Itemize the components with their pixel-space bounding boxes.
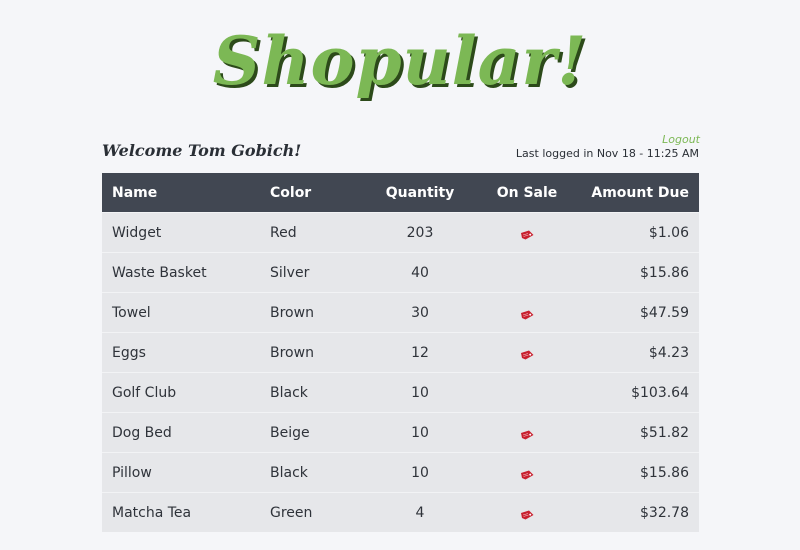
cell-name: Golf Club: [102, 372, 260, 413]
cell-color: Black: [260, 372, 366, 413]
cell-name: Towel: [102, 292, 260, 333]
orders-table: Name Color Quantity On Sale Amount Due W…: [102, 173, 699, 532]
sale-tag-icon: [520, 468, 534, 479]
cell-on-sale: [474, 492, 580, 532]
sale-tag-icon: [520, 428, 534, 439]
cell-name: Matcha Tea: [102, 492, 260, 532]
cell-on-sale: [474, 372, 580, 413]
welcome-message: Welcome Tom Gobich!: [102, 141, 302, 160]
sale-tag-icon: [520, 308, 534, 319]
cell-amount-due: $1.06: [580, 212, 699, 253]
page: Shopular! Welcome Tom Gobich! Logout Las…: [0, 0, 800, 550]
cell-color: Brown: [260, 332, 366, 373]
cell-on-sale: [474, 332, 580, 373]
cell-color: Red: [260, 212, 366, 253]
cell-quantity: 10: [366, 412, 474, 453]
last-login-text: Last logged in Nov 18 - 11:25 AM: [515, 147, 699, 160]
cell-amount-due: $15.86: [580, 452, 699, 493]
logout-link[interactable]: Logout: [662, 133, 700, 146]
cell-amount-due: $32.78: [580, 492, 699, 532]
cell-name: Waste Basket: [102, 252, 260, 293]
cell-amount-due: $103.64: [580, 372, 699, 413]
column-header-on-sale[interactable]: On Sale: [474, 173, 580, 213]
brand-logo: Shopular!: [212, 22, 588, 100]
table-header-row: Name Color Quantity On Sale Amount Due: [102, 173, 699, 213]
table-row[interactable]: Eggs Brown 12 $4.23: [102, 332, 699, 373]
cell-quantity: 12: [366, 332, 474, 373]
column-header-amount-due[interactable]: Amount Due: [580, 173, 699, 213]
cell-color: Black: [260, 452, 366, 493]
cell-on-sale: [474, 212, 580, 253]
table-row[interactable]: Golf Club Black 10 $103.64: [102, 372, 699, 413]
cell-amount-due: $47.59: [580, 292, 699, 333]
table-row[interactable]: Towel Brown 30 $47.59: [102, 292, 699, 333]
column-header-name[interactable]: Name: [102, 173, 260, 213]
column-header-quantity[interactable]: Quantity: [366, 173, 474, 213]
cell-name: Pillow: [102, 452, 260, 493]
cell-name: Dog Bed: [102, 412, 260, 453]
cell-quantity: 40: [366, 252, 474, 293]
cell-on-sale: [474, 412, 580, 453]
cell-on-sale: [474, 252, 580, 293]
cell-on-sale: [474, 292, 580, 333]
cell-amount-due: $51.82: [580, 412, 699, 453]
sale-tag-icon: [520, 508, 534, 519]
cell-quantity: 10: [366, 452, 474, 493]
table-row[interactable]: Matcha Tea Green 4 $32.78: [102, 492, 699, 532]
cell-color: Silver: [260, 252, 366, 293]
cell-quantity: 30: [366, 292, 474, 333]
column-header-color[interactable]: Color: [260, 173, 366, 213]
cell-quantity: 203: [366, 212, 474, 253]
table-row[interactable]: Pillow Black 10 $15.86: [102, 452, 699, 493]
cell-name: Widget: [102, 212, 260, 253]
table-row[interactable]: Widget Red 203 $1.06: [102, 212, 699, 253]
cell-quantity: 4: [366, 492, 474, 532]
sale-tag-icon: [520, 348, 534, 359]
cell-on-sale: [474, 452, 580, 493]
cell-quantity: 10: [366, 372, 474, 413]
cell-color: Brown: [260, 292, 366, 333]
cell-name: Eggs: [102, 332, 260, 373]
table-row[interactable]: Dog Bed Beige 10 $51.82: [102, 412, 699, 453]
cell-amount-due: $15.86: [580, 252, 699, 293]
cell-color: Green: [260, 492, 366, 532]
cell-amount-due: $4.23: [580, 332, 699, 373]
table-row[interactable]: Waste Basket Silver 40 $15.86: [102, 252, 699, 293]
cell-color: Beige: [260, 412, 366, 453]
sale-tag-icon: [520, 228, 534, 239]
table-body: Widget Red 203 $1.06 Waste Basket Silver 40 $15…: [102, 212, 699, 532]
